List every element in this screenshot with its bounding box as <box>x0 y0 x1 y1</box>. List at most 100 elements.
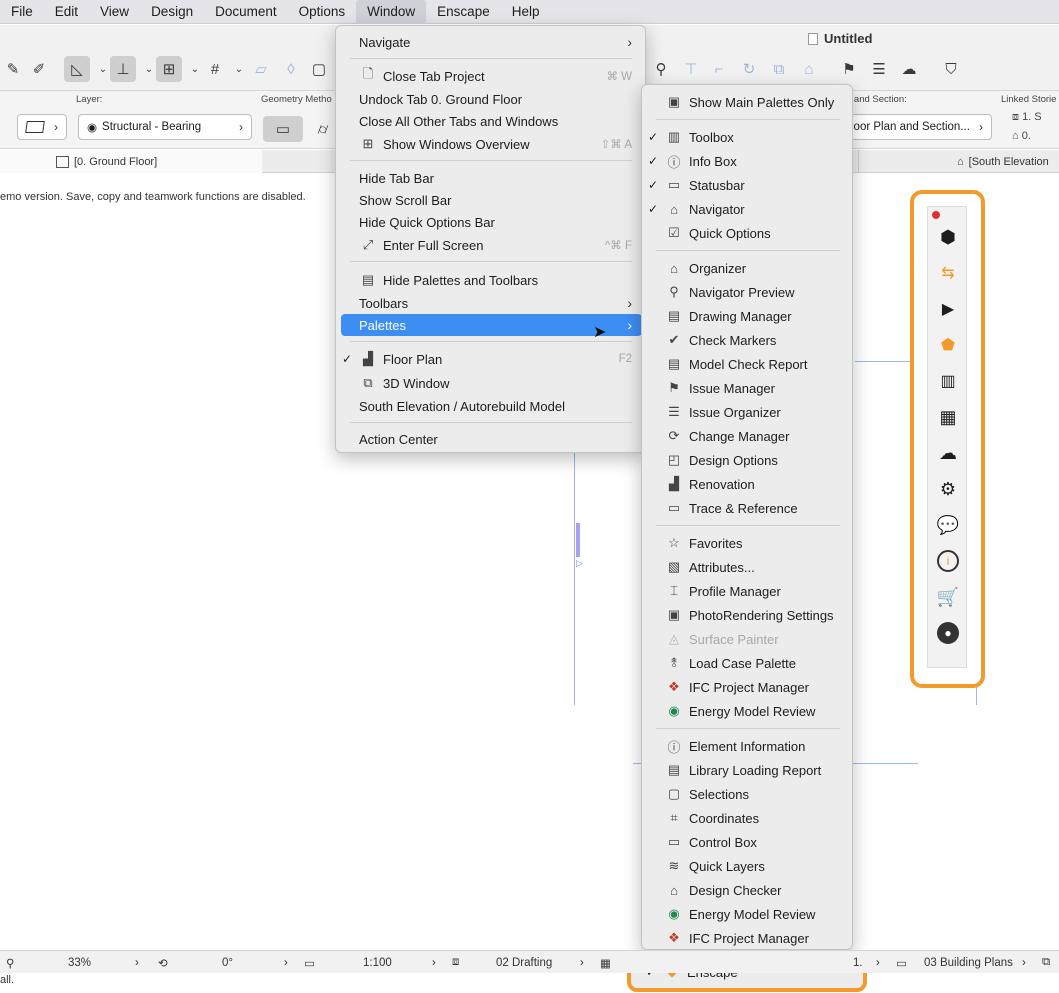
geometry-method-cylinder-icon[interactable]: ⌭ <box>310 116 336 142</box>
menu-item-info-box[interactable]: ✓ ⓘ Info Box <box>648 150 849 172</box>
menu-item-hide-palettes-toolbars[interactable]: ▤ Hide Palettes and Toolbars <box>359 269 632 291</box>
ruler-icon[interactable]: ▭ <box>304 951 315 974</box>
menu-item-library-loading-report[interactable]: ▤ Library Loading Report <box>665 759 849 781</box>
menu-item-navigate[interactable]: Navigate › <box>359 31 632 53</box>
menu-item-attributes[interactable]: ▧ Attributes... <box>665 556 849 578</box>
menu-item-quick-layers[interactable]: ≋ Quick Layers <box>665 855 849 877</box>
menu-file[interactable]: File <box>0 0 44 24</box>
partial-value[interactable]: 1. <box>853 951 863 974</box>
menu-item-close-tab-project[interactable]: 🗋 Close Tab Project ⌘ W <box>359 65 632 87</box>
menu-item-close-all-other[interactable]: Close All Other Tabs and Windows <box>359 110 632 132</box>
menu-view[interactable]: View <box>89 0 140 24</box>
tab-south-elevation[interactable]: ⌂ [South Elevation <box>858 150 1059 173</box>
shopping-cart-icon[interactable]: 🛒 <box>934 583 962 611</box>
menu-document[interactable]: Document <box>204 0 288 24</box>
zoom-value[interactable]: 33% <box>68 951 91 974</box>
menu-item-enter-full-screen[interactable]: ⤢ Enter Full Screen ^⌘ F <box>359 234 632 256</box>
menu-item-show-windows-overview[interactable]: ⊞ Show Windows Overview ⇧⌘ A <box>359 133 632 155</box>
dimension-icon[interactable]: ⧉ <box>1042 951 1050 974</box>
start-enscape-icon[interactable]: ⬢ <box>934 223 962 251</box>
menu-item-3d-window[interactable]: ⧉ 3D Window <box>359 372 632 394</box>
plane-icon[interactable]: ▱ <box>248 56 274 82</box>
menu-item-ifc-project-manager[interactable]: ❖ IFC Project Manager <box>665 676 849 698</box>
tab-ground-floor[interactable]: [0. Ground Floor] <box>0 150 262 173</box>
chevron-right-icon[interactable]: › <box>876 951 880 974</box>
menu-item-navigator-preview[interactable]: ⚲ Navigator Preview <box>665 281 849 303</box>
menu-enscape[interactable]: Enscape <box>426 0 501 24</box>
scale-value[interactable]: 1:100 <box>363 951 392 974</box>
linked-story-bottom[interactable]: ⌂ 0. <box>1012 130 1031 142</box>
menu-item-floor-plan[interactable]: ✓ ▟ Floor Plan F2 <box>342 348 632 370</box>
geometry-method-rect-icon[interactable]: ▭ <box>263 116 303 142</box>
guide-lines-icon[interactable]: ◺ <box>64 56 90 82</box>
menu-item-model-check-report[interactable]: ▤ Model Check Report <box>665 353 849 375</box>
menu-item-design-checker[interactable]: ⌂ Design Checker <box>665 879 849 901</box>
menu-item-quick-options[interactable]: ☑ Quick Options <box>665 222 849 244</box>
split-icon[interactable]: ⧉ <box>766 56 792 82</box>
menu-help[interactable]: Help <box>501 0 551 24</box>
sync-views-icon[interactable]: ▶ <box>934 295 962 323</box>
menu-item-hide-tab-bar[interactable]: Hide Tab Bar <box>359 167 632 189</box>
zoom-icon[interactable]: ⚲ <box>6 951 14 974</box>
menu-item-navigator[interactable]: ✓ ⌂ Navigator <box>648 198 849 220</box>
grid-snap-icon[interactable]: # <box>202 56 228 82</box>
chevron-right-icon[interactable]: › <box>135 951 139 974</box>
elevate-icon[interactable]: ⊤ <box>678 56 704 82</box>
flag-icon[interactable]: ⚑ <box>836 56 862 82</box>
menu-item-energy-model-review[interactable]: ◉ Energy Model Review <box>665 700 849 722</box>
menu-item-renovation[interactable]: ▟ Renovation <box>665 473 849 495</box>
about-icon[interactable]: i <box>934 547 962 575</box>
menu-options[interactable]: Options <box>288 0 357 24</box>
rotate-icon[interactable]: ⟲ <box>158 951 168 974</box>
menu-item-toolbars[interactable]: Toolbars › <box>359 292 632 314</box>
upload-cloud-icon[interactable]: ☁ <box>934 439 962 467</box>
menu-item-south-elevation[interactable]: South Elevation / Autorebuild Model <box>359 395 632 417</box>
check-shield-icon[interactable]: ⛉ <box>938 56 964 82</box>
layer-combo-value[interactable]: 02 Drafting <box>496 951 552 974</box>
surface-icon[interactable]: ◊ <box>278 56 304 82</box>
sync-updates-icon[interactable]: ⇆ <box>934 259 962 287</box>
menu-item-favorites[interactable]: ☆ Favorites <box>665 532 849 554</box>
chevron-right-icon[interactable]: › <box>284 951 288 974</box>
snap-guides-icon[interactable]: ⊥ <box>110 56 136 82</box>
offset-icon[interactable]: ⌐ <box>706 56 732 82</box>
menu-item-palettes[interactable]: Palettes › <box>359 314 632 336</box>
menu-item-undock-tab[interactable]: Undock Tab 0. Ground Floor <box>359 88 632 110</box>
syringe-icon[interactable]: ✐ <box>26 56 52 82</box>
box-icon[interactable]: ▢ <box>306 56 332 82</box>
menu-item-hide-quick-options[interactable]: Hide Quick Options Bar <box>359 211 632 233</box>
menu-item-photorendering-settings[interactable]: ▣ PhotoRendering Settings <box>665 604 849 626</box>
settings-icon[interactable]: ⚙ <box>934 475 962 503</box>
close-dot-icon[interactable] <box>932 211 940 219</box>
menu-item-show-scroll-bar[interactable]: Show Scroll Bar <box>359 189 632 211</box>
menu-item-trace-reference[interactable]: ▭ Trace & Reference <box>665 497 849 519</box>
menu-item-load-case-palette[interactable]: ⥉ Load Case Palette <box>665 652 849 674</box>
feedback-icon[interactable]: 💬 <box>934 511 962 539</box>
menu-item-show-main-palettes-only[interactable]: ▣ Show Main Palettes Only <box>665 91 849 113</box>
layer-selector[interactable]: ◉ Structural - Bearing › <box>78 114 252 140</box>
menu-window[interactable]: Window <box>356 0 427 24</box>
curve-icon[interactable]: ↻ <box>736 56 762 82</box>
layers-icon[interactable]: ⧈ <box>452 951 459 974</box>
roof-icon[interactable]: ⌂ <box>796 56 822 82</box>
menu-item-drawing-manager[interactable]: ▤ Drawing Manager <box>665 305 849 327</box>
menu-item-issue-organizer[interactable]: ☰ Issue Organizer <box>665 401 849 423</box>
coordinates-toggle-icon[interactable]: ⊞ <box>156 56 182 82</box>
menu-item-design-options[interactable]: ◰ Design Options <box>665 449 849 471</box>
menu-item-organizer[interactable]: ⌂ Organizer <box>665 257 849 279</box>
menu-item-ifc-project-manager[interactable]: ❖ IFC Project Manager <box>665 927 849 949</box>
menu-design[interactable]: Design <box>140 0 204 24</box>
floor-plan-section-selector[interactable]: loor Plan and Section... › <box>842 114 992 140</box>
view-set-value[interactable]: 03 Building Plans <box>924 951 1013 974</box>
chevron-right-icon[interactable]: › <box>580 951 584 974</box>
chevron-right-icon[interactable]: › <box>1022 951 1026 974</box>
menu-item-selections[interactable]: ▢ Selections <box>665 783 849 805</box>
menu-item-element-information[interactable]: ⓘ Element Information <box>665 735 849 757</box>
angle-value[interactable]: 0° <box>222 951 233 974</box>
menu-item-energy-model-review[interactable]: ◉ Energy Model Review <box>665 903 849 925</box>
menu-edit[interactable]: Edit <box>44 0 89 24</box>
view-set-icon[interactable]: ▭ <box>896 951 907 974</box>
capture-icon[interactable]: ⬟ <box>934 331 962 359</box>
menu-item-check-markers[interactable]: ✔ Check Markers <box>665 329 849 351</box>
menu-item-issue-manager[interactable]: ⚑ Issue Manager <box>665 377 849 399</box>
